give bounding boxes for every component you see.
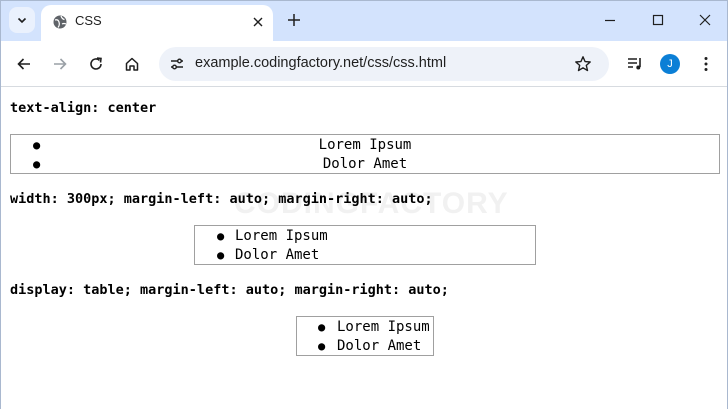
minimize-button[interactable] <box>596 7 624 33</box>
menu-button[interactable] <box>694 52 718 76</box>
back-button[interactable] <box>12 52 36 76</box>
list-item: ● Dolor Amet <box>33 156 408 172</box>
url-text[interactable]: example.codingfactory.net/css/css.html <box>195 55 446 71</box>
reload-icon <box>88 56 104 72</box>
more-vertical-icon <box>703 56 709 72</box>
plus-icon <box>287 13 301 27</box>
address-bar[interactable]: example.codingfactory.net/css/css.html <box>159 47 609 81</box>
close-icon[interactable] <box>249 13 267 31</box>
home-icon <box>124 56 140 72</box>
media-controls-button[interactable] <box>623 52 647 76</box>
list-item: ● Lorem Ipsum <box>33 137 412 153</box>
minimize-icon <box>604 14 616 26</box>
forward-button[interactable] <box>48 52 72 76</box>
home-button[interactable] <box>120 52 144 76</box>
maximize-icon <box>652 14 664 26</box>
section-heading-width: width: 300px; margin-left: auto; margin-… <box>10 191 433 207</box>
page-content: CODINGFACTORY text-align: center ● Lorem… <box>1 88 727 410</box>
globe-icon <box>52 14 68 30</box>
list-box-fixed-width: ● Lorem Ipsum ● Dolor Amet <box>194 225 536 265</box>
site-info-icon[interactable] <box>167 54 187 74</box>
list-item: ● Lorem Ipsum <box>217 228 328 244</box>
tab-strip: CSS <box>1 1 727 41</box>
arrow-right-icon <box>52 56 68 72</box>
list-item-text: Lorem Ipsum <box>318 137 412 153</box>
list-item-text: Dolor Amet <box>337 338 422 354</box>
tab-title: CSS <box>75 13 102 28</box>
list-item-text: Lorem Ipsum <box>235 228 328 244</box>
tab-search-button[interactable] <box>9 7 35 33</box>
playlist-icon <box>626 55 644 73</box>
close-icon <box>699 14 711 26</box>
star-icon[interactable] <box>573 54 593 74</box>
close-window-button[interactable] <box>691 7 719 33</box>
list-item-text: Lorem Ipsum <box>337 319 430 335</box>
new-tab-button[interactable] <box>283 9 305 31</box>
list-item: ● Dolor Amet <box>318 338 422 354</box>
list-box-centered: ● Lorem Ipsum ● Dolor Amet <box>10 134 720 174</box>
section-heading-display-table: display: table; margin-left: auto; margi… <box>10 282 449 298</box>
list-item-text: Dolor Amet <box>235 247 320 263</box>
chevron-down-icon <box>16 14 28 26</box>
reload-button[interactable] <box>84 52 108 76</box>
list-item: ● Lorem Ipsum <box>318 319 430 335</box>
profile-avatar[interactable]: J <box>660 54 680 74</box>
browser-window: CSS example.codingfactory.net/css/css.ht… <box>0 0 728 410</box>
list-box-table: ● Lorem Ipsum ● Dolor Amet <box>296 316 434 356</box>
section-heading-text-align: text-align: center <box>10 100 157 116</box>
tab-css[interactable]: CSS <box>41 5 273 41</box>
maximize-button[interactable] <box>644 7 672 33</box>
list-item: ● Dolor Amet <box>217 247 320 263</box>
toolbar: example.codingfactory.net/css/css.html J <box>1 41 727 87</box>
list-item-text: Dolor Amet <box>322 156 408 172</box>
arrow-left-icon <box>16 56 32 72</box>
